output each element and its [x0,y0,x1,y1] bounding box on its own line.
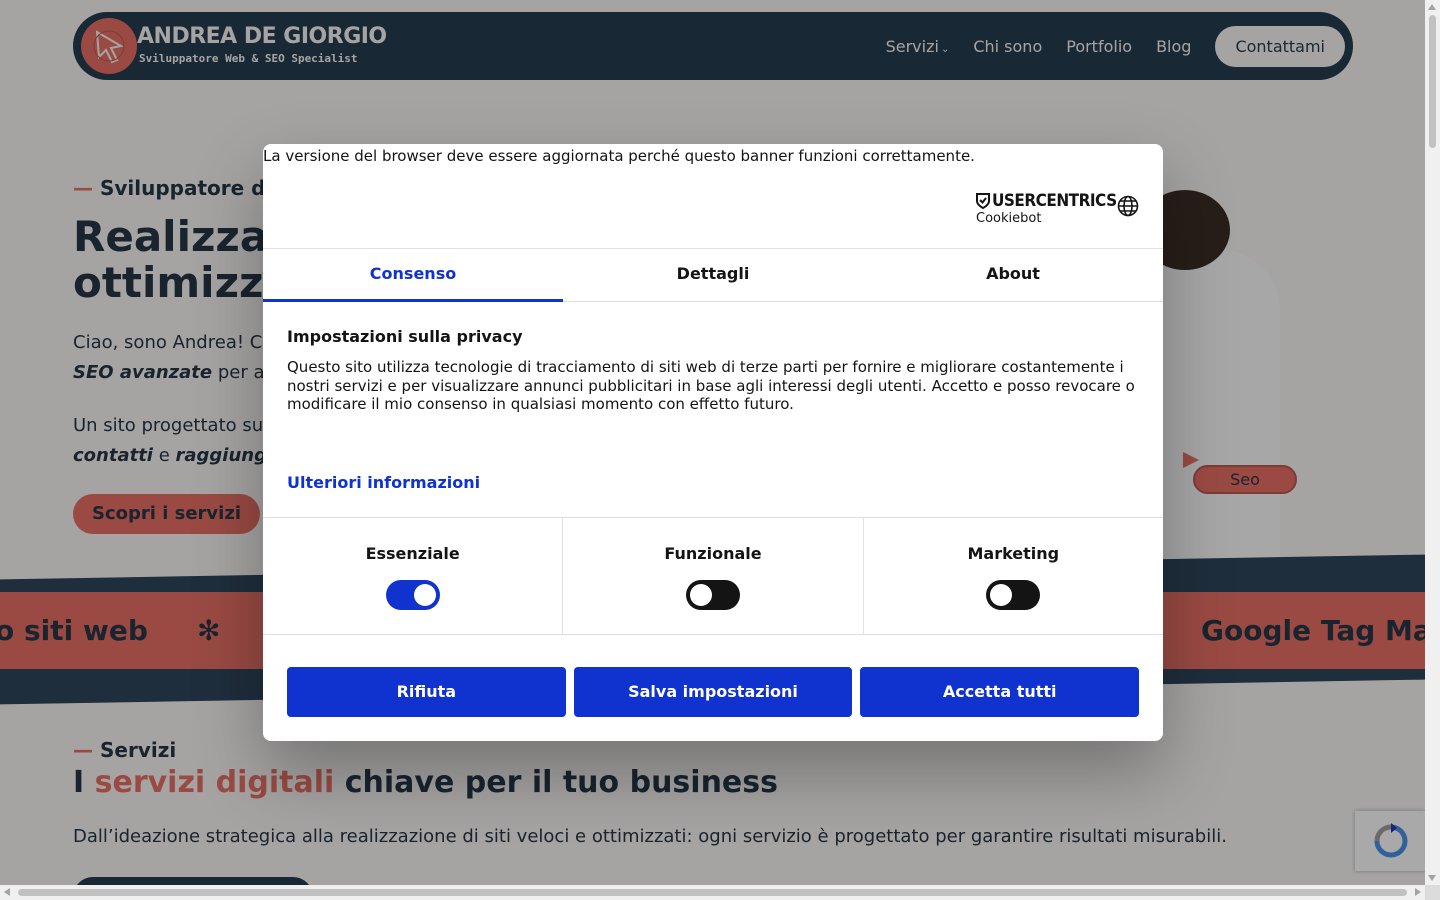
scroll-left-icon[interactable] [4,888,10,896]
consent-categories: Essenziale Funzionale Marketing [263,517,1163,635]
category-label: Essenziale [365,544,460,563]
more-info-link[interactable]: Ulteriori informazioni [287,473,480,492]
category-label: Funzionale [664,544,762,563]
toggle-knob [990,584,1013,606]
toggle-knob [413,584,436,606]
category-funzionale: Funzionale [563,518,864,634]
privacy-text: Questo sito utilizza tecnologie di tracc… [287,358,1135,413]
usercentrics-brand-name: USERCENTRICS [992,191,1117,211]
marketing-toggle[interactable] [986,580,1041,610]
tab-dettagli[interactable]: Dettagli [563,249,863,301]
shield-check-icon [976,193,990,209]
accept-all-button[interactable]: Accetta tutti [860,667,1140,717]
category-label: Marketing [967,544,1060,563]
cookie-consent-dialog: La versione del browser deve essere aggi… [263,144,1163,741]
scroll-up-icon[interactable] [1428,4,1436,10]
save-settings-button[interactable]: Salva impostazioni [573,667,853,717]
cookie-tabs: Consenso Dettagli About [263,248,1163,302]
tab-about[interactable]: About [863,249,1163,301]
tab-consenso[interactable]: Consenso [263,249,563,302]
scrollbar-corner [1425,885,1440,900]
scroll-right-icon[interactable] [1415,888,1421,896]
vertical-scroll-thumb[interactable] [1429,15,1436,148]
vertical-scrollbar[interactable] [1425,0,1440,885]
cookiebot-label: Cookiebot [976,211,1042,226]
usercentrics-logo: USERCENTRICS Cookiebot [976,191,1117,226]
essenziale-toggle[interactable] [385,580,440,610]
privacy-title: Impostazioni sulla privacy [287,327,523,346]
horizontal-scrollbar[interactable] [0,885,1425,900]
toggle-knob [689,584,712,606]
scroll-down-icon[interactable] [1428,875,1436,881]
funzionale-toggle[interactable] [685,580,740,610]
usercentrics-brand: USERCENTRICS [976,191,1117,211]
language-globe-icon[interactable] [1117,195,1139,217]
category-marketing: Marketing [864,518,1163,634]
reject-button[interactable]: Rifiuta [287,667,566,717]
horizontal-scroll-thumb[interactable] [18,889,1407,896]
browser-warning: La versione del browser deve essere aggi… [263,147,975,165]
consent-actions: Rifiuta Salva impostazioni Accetta tutti [287,667,1140,717]
category-essenziale: Essenziale [263,518,564,634]
